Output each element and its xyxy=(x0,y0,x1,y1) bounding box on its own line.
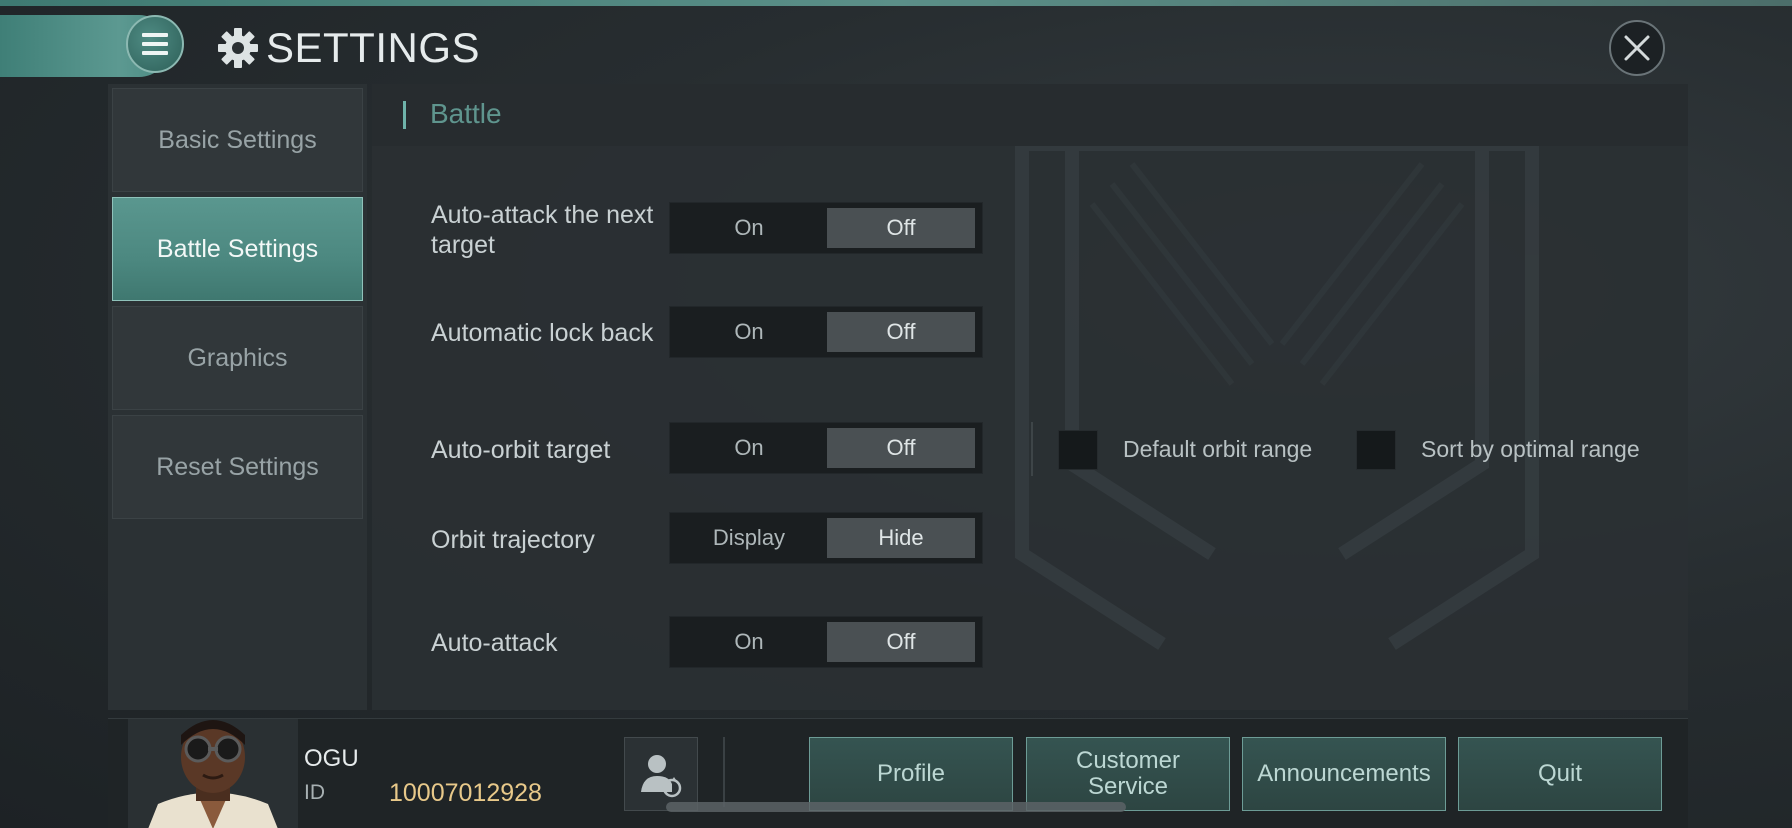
checkbox-default-orbit-range[interactable] xyxy=(1058,430,1098,470)
sidebar-item-label: Basic Settings xyxy=(158,125,317,154)
setting-label-orbit-trajectory: Orbit trajectory xyxy=(431,526,595,554)
toggle-option-on[interactable]: On xyxy=(675,622,823,662)
toggle-auto-attack: On Off xyxy=(669,616,983,668)
quit-button[interactable]: Quit xyxy=(1458,737,1662,811)
player-avatar xyxy=(128,719,298,828)
settings-panel: Battle Auto-attack the next target On Of… xyxy=(372,84,1688,710)
setting-label-auto-orbit-target: Auto-orbit target xyxy=(431,436,611,464)
toggle-orbit-trajectory: Display Hide xyxy=(669,512,983,564)
toggle-option-hide[interactable]: Hide xyxy=(827,518,975,558)
page-header: SETTINGS xyxy=(216,18,480,78)
toggle-option-off[interactable]: Off xyxy=(827,622,975,662)
profile-button[interactable]: Profile xyxy=(809,737,1013,811)
checkbox-label-default-orbit-range: Default orbit range xyxy=(1123,436,1313,462)
announcements-button[interactable]: Announcements xyxy=(1242,737,1446,811)
toggle-auto-orbit-target: On Off xyxy=(669,422,983,474)
setting-label-auto-attack-next-target: Auto-attack the next target xyxy=(431,201,654,259)
hamburger-menu-icon xyxy=(142,33,168,55)
checkbox-sort-by-optimal-range[interactable] xyxy=(1356,430,1396,470)
setting-label-auto-attack: Auto-attack xyxy=(431,629,558,657)
section-accent-bar xyxy=(403,101,406,129)
toggle-auto-attack-next-target: On Off xyxy=(669,202,983,254)
toggle-option-off[interactable]: Off xyxy=(827,428,975,468)
menu-button[interactable] xyxy=(126,15,184,73)
background-emblem xyxy=(1015,137,1539,650)
footer-divider xyxy=(723,737,725,807)
top-accent-strip xyxy=(0,0,1792,6)
player-id-label: ID xyxy=(304,781,325,804)
sidebar-item-battle-settings[interactable]: Battle Settings xyxy=(112,197,363,301)
customer-service-button[interactable]: Customer Service xyxy=(1026,737,1230,811)
sidebar-item-graphics[interactable]: Graphics xyxy=(112,306,363,410)
toggle-option-on[interactable]: On xyxy=(675,428,823,468)
setting-label-automatic-lock-back: Automatic lock back xyxy=(431,319,654,347)
close-icon xyxy=(1624,35,1650,61)
close-button[interactable] xyxy=(1609,20,1665,76)
sidebar-item-label: Graphics xyxy=(187,343,288,372)
sidebar-item-reset-settings[interactable]: Reset Settings xyxy=(112,415,363,519)
vertical-divider xyxy=(1031,422,1033,476)
player-id-value: 10007012928 xyxy=(389,779,542,807)
settings-screen: SETTINGS Basic Settings Battle Settings … xyxy=(0,0,1792,828)
sidebar-item-basic-settings[interactable]: Basic Settings xyxy=(112,88,363,192)
horizontal-scrollbar[interactable] xyxy=(666,802,1126,812)
page-title: SETTINGS xyxy=(266,24,481,71)
section-title: Battle xyxy=(430,98,502,129)
switch-account-icon xyxy=(641,755,682,798)
settings-sidebar: Basic Settings Battle Settings Graphics … xyxy=(108,84,367,710)
toggle-option-on[interactable]: On xyxy=(675,208,823,248)
sidebar-item-label: Reset Settings xyxy=(156,452,319,481)
checkbox-label-sort-by-optimal-range: Sort by optimal range xyxy=(1421,436,1640,462)
section-header: Battle xyxy=(372,84,1688,146)
player-name: OGU xyxy=(304,745,359,772)
toggle-option-display[interactable]: Display xyxy=(675,518,823,558)
gear-icon xyxy=(218,28,258,68)
sidebar-item-label: Battle Settings xyxy=(156,234,319,263)
switch-account-button[interactable] xyxy=(624,737,698,811)
toggle-option-off[interactable]: Off xyxy=(827,208,975,248)
toggle-automatic-lock-back: On Off xyxy=(669,306,983,358)
toggle-option-off[interactable]: Off xyxy=(827,312,975,352)
toggle-option-on[interactable]: On xyxy=(675,312,823,352)
